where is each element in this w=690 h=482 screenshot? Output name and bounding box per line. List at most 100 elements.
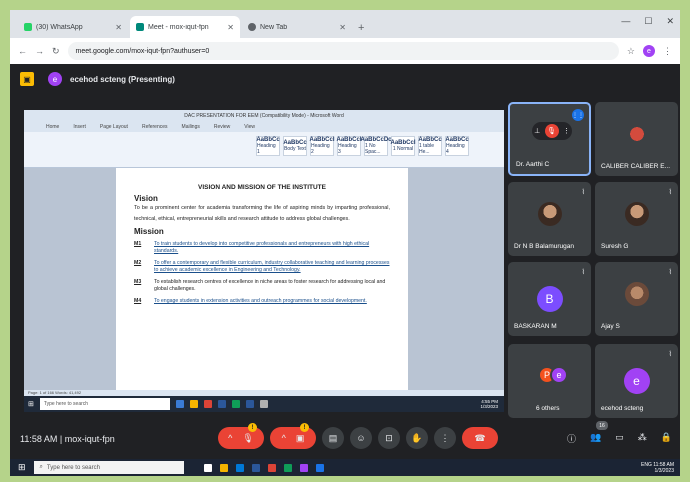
url-text: meet.google.com/mox-iqut-fpn?authuser=0: [75, 47, 210, 55]
maximize-icon[interactable]: ☐: [644, 16, 652, 27]
present-icon[interactable]: ▣: [20, 72, 34, 86]
windows-search-box[interactable]: ⌕ Type here to search: [33, 461, 184, 474]
close-icon[interactable]: ✕: [227, 23, 234, 32]
reactions-button[interactable]: ☺: [350, 427, 372, 449]
new-tab-button[interactable]: +: [358, 22, 364, 34]
participant-avatar: e: [550, 366, 568, 384]
whatsapp-icon: [24, 23, 32, 31]
file-explorer-icon[interactable]: [219, 463, 228, 472]
task-view-icon[interactable]: [203, 463, 212, 472]
microphone-button[interactable]: ^ 🎙 !: [218, 423, 264, 449]
reload-icon[interactable]: ↻: [52, 46, 60, 57]
mic-off-icon: ⌇: [581, 269, 585, 276]
raise-hand-button[interactable]: ✋: [406, 427, 428, 449]
back-icon[interactable]: ←: [18, 46, 27, 56]
participant-avatar: [624, 202, 649, 226]
pin-icon[interactable]: ⊥: [534, 127, 540, 135]
tab-new[interactable]: New Tab ✕: [242, 16, 352, 38]
chat-icon[interactable]: ▭: [615, 432, 624, 445]
style-item: AaBbCcI Heading 3: [336, 136, 362, 156]
vision-text: To be a prominent center for academia tr…: [134, 205, 390, 222]
ribbon-tab: References: [141, 124, 168, 130]
participant-name: ecehod scteng: [601, 405, 644, 412]
hang-up-icon: ☎: [474, 432, 486, 443]
participant-tile[interactable]: P e 6 others: [508, 344, 591, 418]
word-ribbon-tabs: Home Insert Page Layout References Maili…: [24, 122, 504, 132]
ribbon-tab: Mailings: [181, 124, 200, 130]
search-placeholder: Type here to search: [46, 464, 100, 471]
people-icon[interactable]: 👥: [590, 432, 601, 445]
app-icon[interactable]: [283, 463, 292, 472]
doc-title: VISION AND MISSION OF THE INSTITUTE: [198, 184, 326, 191]
profile-avatar[interactable]: e: [643, 45, 655, 57]
shared-taskbar: ⊞ Type here to search 4:55 PM 1/3/2023: [24, 396, 504, 412]
participant-tile[interactable]: ⌇ Suresh G: [595, 182, 678, 256]
tab-meet[interactable]: Meet - mox-iqut-fpn ✕: [130, 16, 240, 38]
windows-clock[interactable]: ENG 11:58 AM 1/3/2023: [641, 462, 674, 474]
more-icon: ⋮: [440, 432, 450, 443]
window-controls: — ☐ ✕: [621, 16, 674, 27]
call-controls: ^ 🎙 ! ^ ▣ ! ▤ ☺ ⊡ ✋ ⋮ ☎: [218, 423, 498, 449]
leave-call-button[interactable]: ☎: [462, 427, 498, 449]
info-icon[interactable]: ⓘ: [567, 432, 576, 445]
tile-controls: ⊥ 🎙 ⋮: [532, 122, 572, 140]
app-icon[interactable]: [299, 463, 308, 472]
ribbon-tab: Home: [46, 124, 60, 130]
menu-icon[interactable]: ⋮: [663, 46, 672, 57]
app-icon[interactable]: [315, 463, 324, 472]
participant-tile[interactable]: ⌇ B BASKARAN M: [508, 262, 591, 336]
warning-icon: !: [300, 423, 309, 432]
folder-icon: [189, 400, 198, 408]
participant-tile[interactable]: ⌇ Ajay S: [595, 262, 678, 336]
participant-avatar: [624, 122, 649, 146]
present-button[interactable]: ⊡: [378, 427, 400, 449]
close-window-icon[interactable]: ✕: [666, 16, 674, 27]
more-options-button[interactable]: ⋮: [434, 427, 456, 449]
bookmark-star-icon[interactable]: ☆: [627, 46, 635, 57]
windows-start-icon[interactable]: ⊞: [18, 462, 26, 473]
document-area: VISION AND MISSION OF THE INSTITUTE Visi…: [24, 168, 504, 448]
activities-icon[interactable]: ⁂: [638, 432, 647, 445]
app-icon: [175, 400, 184, 408]
shared-screen[interactable]: DAC PRESENTATION FOR EEM (Compatibility …: [24, 110, 504, 448]
close-icon[interactable]: ✕: [115, 23, 122, 32]
style-item: AaBbCc Heading 1: [256, 136, 280, 156]
word-title-bar: DAC PRESENTATION FOR EEM (Compatibility …: [24, 110, 504, 122]
participant-tile[interactable]: ⌇ e ecehod scteng: [595, 344, 678, 418]
participant-tile[interactable]: ⌇ Dr N B Balamurugan: [508, 182, 591, 256]
ribbon-tab: View: [244, 124, 256, 130]
participant-avatar: [537, 202, 562, 226]
presenter-label: ecehod scteng (Presenting): [70, 74, 175, 84]
ribbon-tab: Insert: [73, 124, 86, 130]
word-title: DAC PRESENTATION FOR EEM (Compatibility …: [184, 113, 344, 119]
forward-icon[interactable]: →: [35, 46, 44, 56]
participant-tile[interactable]: CALIBER CALIBER E...: [595, 102, 678, 176]
more-icon[interactable]: ⋮: [563, 127, 570, 135]
participant-count-badge: 16: [596, 421, 608, 430]
mic-off-icon: ⌇: [668, 269, 672, 276]
language-indicator: ENG: [641, 461, 652, 468]
chevron-up-icon[interactable]: ^: [282, 433, 286, 443]
chrome-icon[interactable]: [267, 463, 276, 472]
mic-off-icon[interactable]: 🎙: [544, 124, 559, 138]
participant-name: Suresh G: [601, 243, 629, 250]
host-controls-icon[interactable]: 🔒: [661, 432, 672, 445]
participant-tile[interactable]: ⊥ 🎙 ⋮ ⋮⋮ Dr. Aarthi C: [508, 102, 591, 176]
tab-whatsapp[interactable]: (30) WhatsApp ✕: [18, 16, 128, 38]
store-icon[interactable]: [235, 463, 244, 472]
word-icon[interactable]: [251, 463, 260, 472]
minimize-icon[interactable]: —: [621, 16, 630, 27]
tab-label: New Tab: [260, 23, 288, 31]
participant-name: BASKARAN M: [514, 323, 557, 330]
mic-off-icon: ⌇: [668, 189, 672, 196]
style-item: AaBbCc Heading 4: [445, 136, 469, 156]
document-page: VISION AND MISSION OF THE INSTITUTE Visi…: [116, 168, 408, 390]
warning-icon: !: [248, 423, 257, 432]
chevron-up-icon[interactable]: ^: [228, 433, 232, 443]
emoji-icon: ☺: [356, 433, 366, 443]
ribbon-tab: Review: [213, 124, 231, 130]
url-field[interactable]: meet.google.com/mox-iqut-fpn?authuser=0: [67, 42, 619, 60]
camera-button[interactable]: ^ ▣ !: [270, 423, 316, 449]
captions-button[interactable]: ▤: [322, 427, 344, 449]
close-icon[interactable]: ✕: [339, 23, 346, 32]
